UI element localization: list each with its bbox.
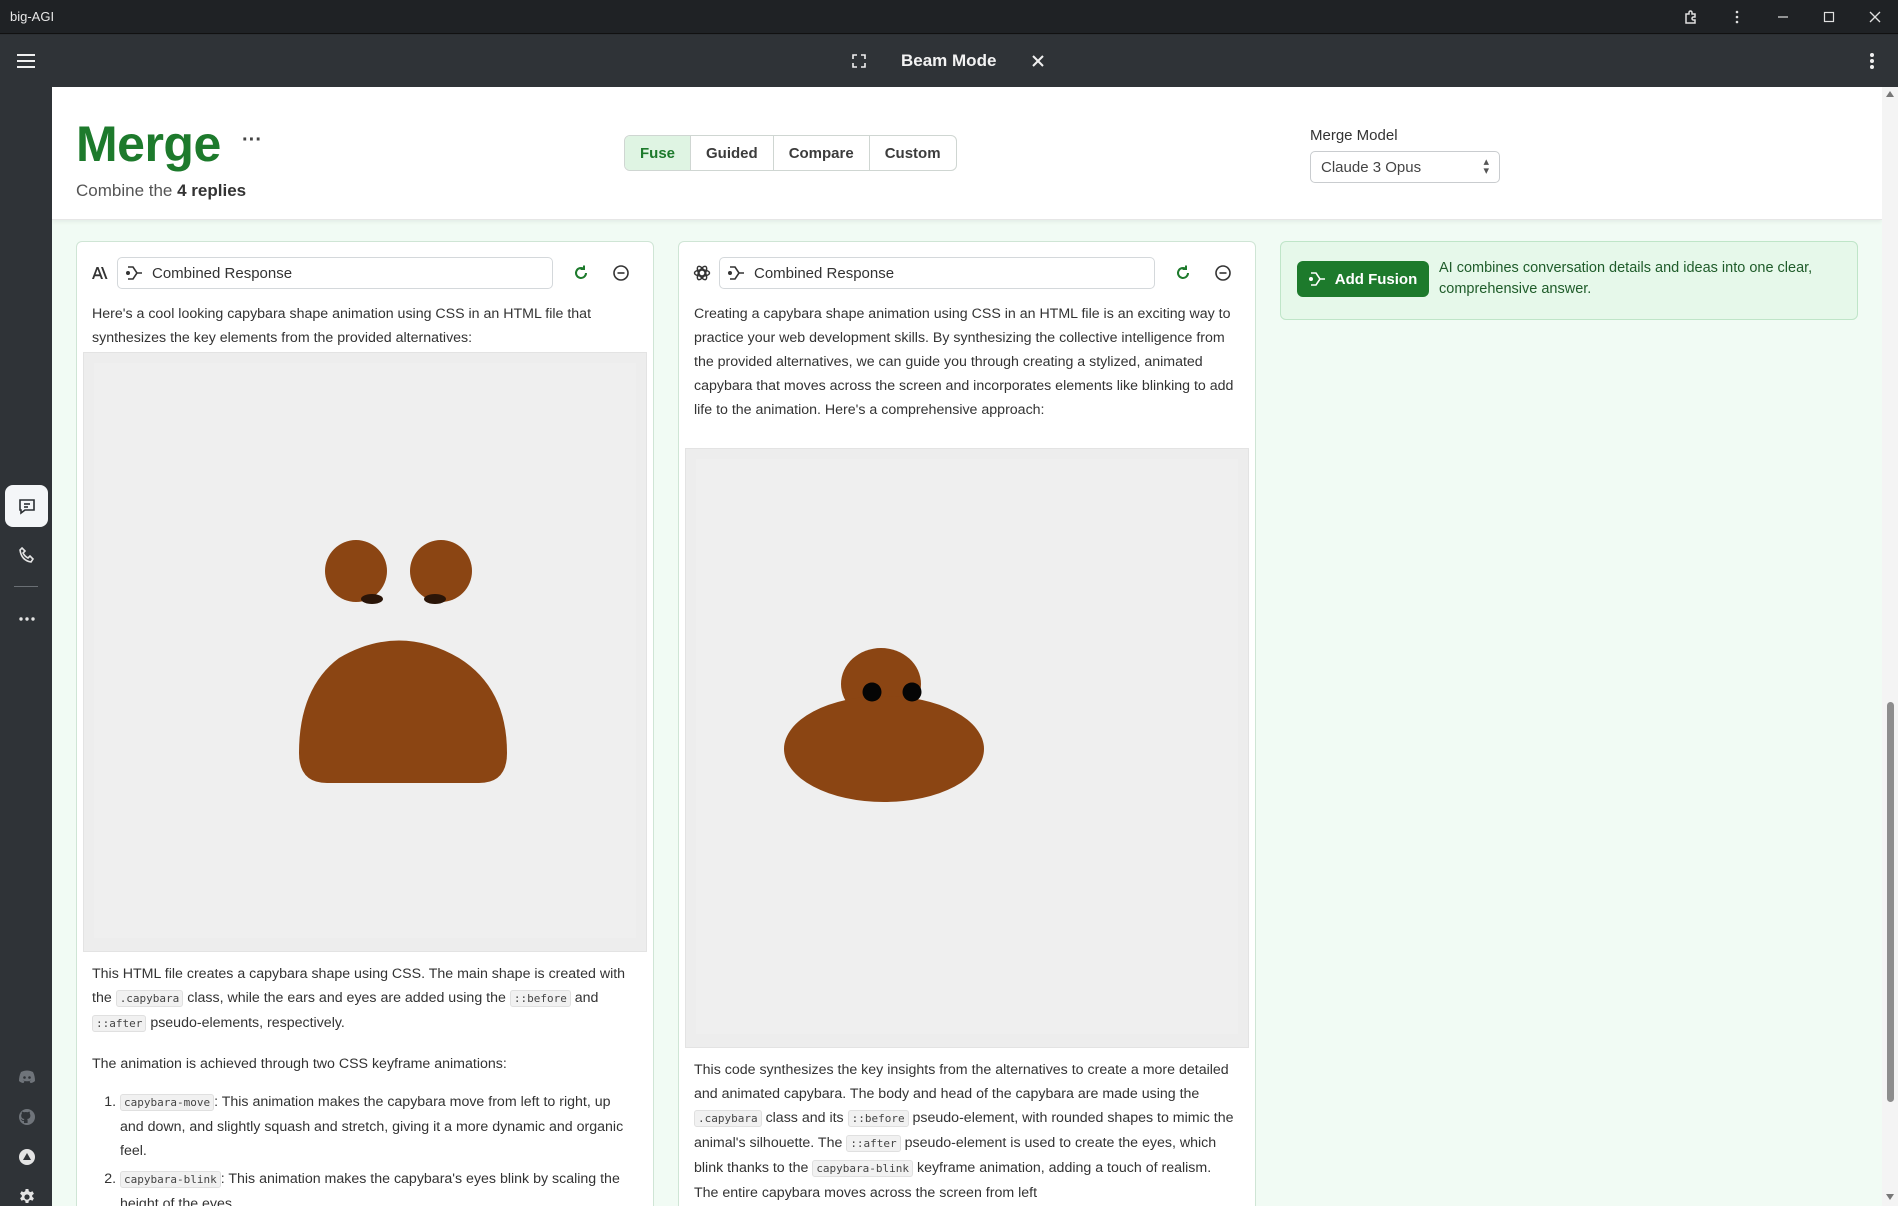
inline-code: capybara-blink — [812, 1160, 914, 1177]
inline-code: capybara-blink — [120, 1171, 221, 1188]
tab-fuse[interactable]: Fuse — [625, 136, 692, 170]
html-preview[interactable] — [685, 448, 1249, 1048]
settings-gear-icon[interactable] — [5, 1176, 48, 1206]
browser-menu-icon[interactable] — [1714, 0, 1760, 34]
text-span: pseudo-elements, respectively. — [150, 1015, 345, 1031]
merge-title: Merge — [76, 116, 221, 172]
merge-more-options-icon[interactable]: ··· — [242, 129, 262, 152]
anthropic-icon — [89, 262, 111, 284]
inline-code: .capybara — [694, 1110, 762, 1127]
fusion-icon — [1308, 272, 1325, 286]
fusion-icon — [728, 265, 746, 281]
inline-code: capybara-move — [120, 1094, 215, 1111]
inline-code: .capybara — [115, 990, 184, 1007]
maximize-icon[interactable] — [1806, 0, 1852, 34]
github-icon[interactable] — [5, 1096, 48, 1138]
tab-guided[interactable]: Guided — [691, 136, 774, 170]
response-intro: Here's a cool looking capybara shape ani… — [92, 306, 592, 346]
scrollbar-thumb[interactable] — [1887, 702, 1894, 1102]
phone-call-icon[interactable] — [5, 534, 48, 576]
merge-subtitle-prefix: Combine the — [76, 181, 173, 200]
merge-reply-count: 4 replies — [177, 181, 247, 200]
tab-compare[interactable]: Compare — [774, 136, 870, 170]
inline-code: ::after — [846, 1135, 901, 1152]
close-window-icon[interactable] — [1852, 0, 1898, 34]
remove-icon[interactable] — [609, 261, 633, 285]
fusion-card-1: Combined Response Here's a cool looking … — [76, 241, 654, 1206]
minimize-icon[interactable] — [1760, 0, 1806, 34]
fullscreen-icon[interactable] — [845, 47, 873, 75]
html-preview[interactable] — [83, 352, 647, 952]
select-chevron-icon: ▴ ▾ — [1483, 156, 1489, 177]
text-span: This code synthesizes the key insights f… — [694, 1062, 1229, 1102]
chat-icon[interactable] — [5, 485, 48, 527]
add-fusion-label: Add Fusion — [1334, 270, 1418, 288]
capybara-drawing — [696, 459, 1238, 1034]
fusion-card-2: Combined Response Creating a capybara sh… — [678, 241, 1256, 1206]
tab-custom[interactable]: Custom — [870, 136, 956, 170]
response-paragraph-2: The animation is achieved through two CS… — [92, 1056, 507, 1072]
left-rail — [0, 87, 52, 1206]
close-beam-icon[interactable] — [1024, 47, 1052, 75]
merge-subtitle: Combine the 4 replies — [76, 181, 246, 201]
inline-code: ::after — [92, 1015, 147, 1032]
response-list: capybara-move: This animation makes the … — [92, 1090, 637, 1206]
window-title: big-AGI — [10, 9, 55, 24]
main-scrollbar[interactable] — [1882, 87, 1898, 1206]
capybara-drawing — [94, 363, 636, 938]
app-options-icon[interactable] — [1858, 47, 1886, 75]
merge-model-select[interactable]: Claude 3 Opus ▴ ▾ — [1310, 151, 1500, 183]
response-name-field[interactable]: Combined Response — [117, 257, 553, 289]
inline-code: ::before — [509, 990, 571, 1007]
text-span: class and its — [765, 1110, 844, 1126]
scroll-up-icon[interactable] — [1886, 91, 1894, 97]
response-name: Combined Response — [754, 264, 895, 282]
fusion-icon — [126, 265, 144, 281]
response-intro: Creating a capybara shape animation usin… — [694, 306, 1234, 418]
card-header: Combined Response — [691, 256, 1243, 290]
regenerate-icon[interactable] — [1171, 261, 1195, 285]
merge-model-label: Merge Model — [1310, 127, 1398, 144]
openai-icon — [691, 262, 713, 284]
scroll-down-icon[interactable] — [1886, 1194, 1894, 1200]
response-paragraph-1: This code synthesizes the key insights f… — [694, 1058, 1239, 1205]
card-header: Combined Response — [89, 256, 641, 290]
app-header: Beam Mode — [0, 35, 1898, 87]
rail-divider — [14, 586, 38, 587]
merge-header: Merge ··· Combine the 4 replies Fuse Gui… — [52, 87, 1882, 220]
response-paragraph-1: This HTML file creates a capybara shape … — [92, 962, 637, 1036]
fusion-description: AI combines conversation details and ide… — [1439, 260, 1813, 297]
response-name: Combined Response — [152, 264, 293, 282]
beam-header-center: Beam Mode — [845, 35, 1052, 87]
remove-icon[interactable] — [1211, 261, 1235, 285]
add-fusion-button[interactable]: Add Fusion — [1297, 261, 1429, 297]
text-span: class, while the ears and eyes are added… — [187, 990, 506, 1006]
more-apps-icon[interactable] — [5, 598, 48, 640]
beam-main-panel: Merge ··· Combine the 4 replies Fuse Gui… — [52, 87, 1882, 1206]
inline-code: ::before — [847, 1110, 909, 1127]
list-item: capybara-move: This animation makes the … — [120, 1090, 637, 1163]
hamburger-menu-icon[interactable] — [0, 35, 52, 87]
discord-icon[interactable] — [5, 1056, 48, 1098]
beam-mode-title: Beam Mode — [901, 51, 997, 70]
window-titlebar: big-AGI — [0, 0, 1898, 34]
regenerate-icon[interactable] — [569, 261, 593, 285]
merge-model-value: Claude 3 Opus — [1321, 158, 1422, 176]
merge-method-selector: Fuse Guided Compare Custom — [624, 135, 957, 171]
response-name-field[interactable]: Combined Response — [719, 257, 1155, 289]
ai-model-icon[interactable] — [5, 1136, 48, 1178]
text-span: and — [574, 990, 599, 1006]
list-item: capybara-blink: This animation makes the… — [120, 1167, 637, 1206]
add-fusion-panel: Add Fusion AI combines conversation deta… — [1280, 241, 1858, 320]
extensions-icon[interactable] — [1668, 0, 1714, 34]
